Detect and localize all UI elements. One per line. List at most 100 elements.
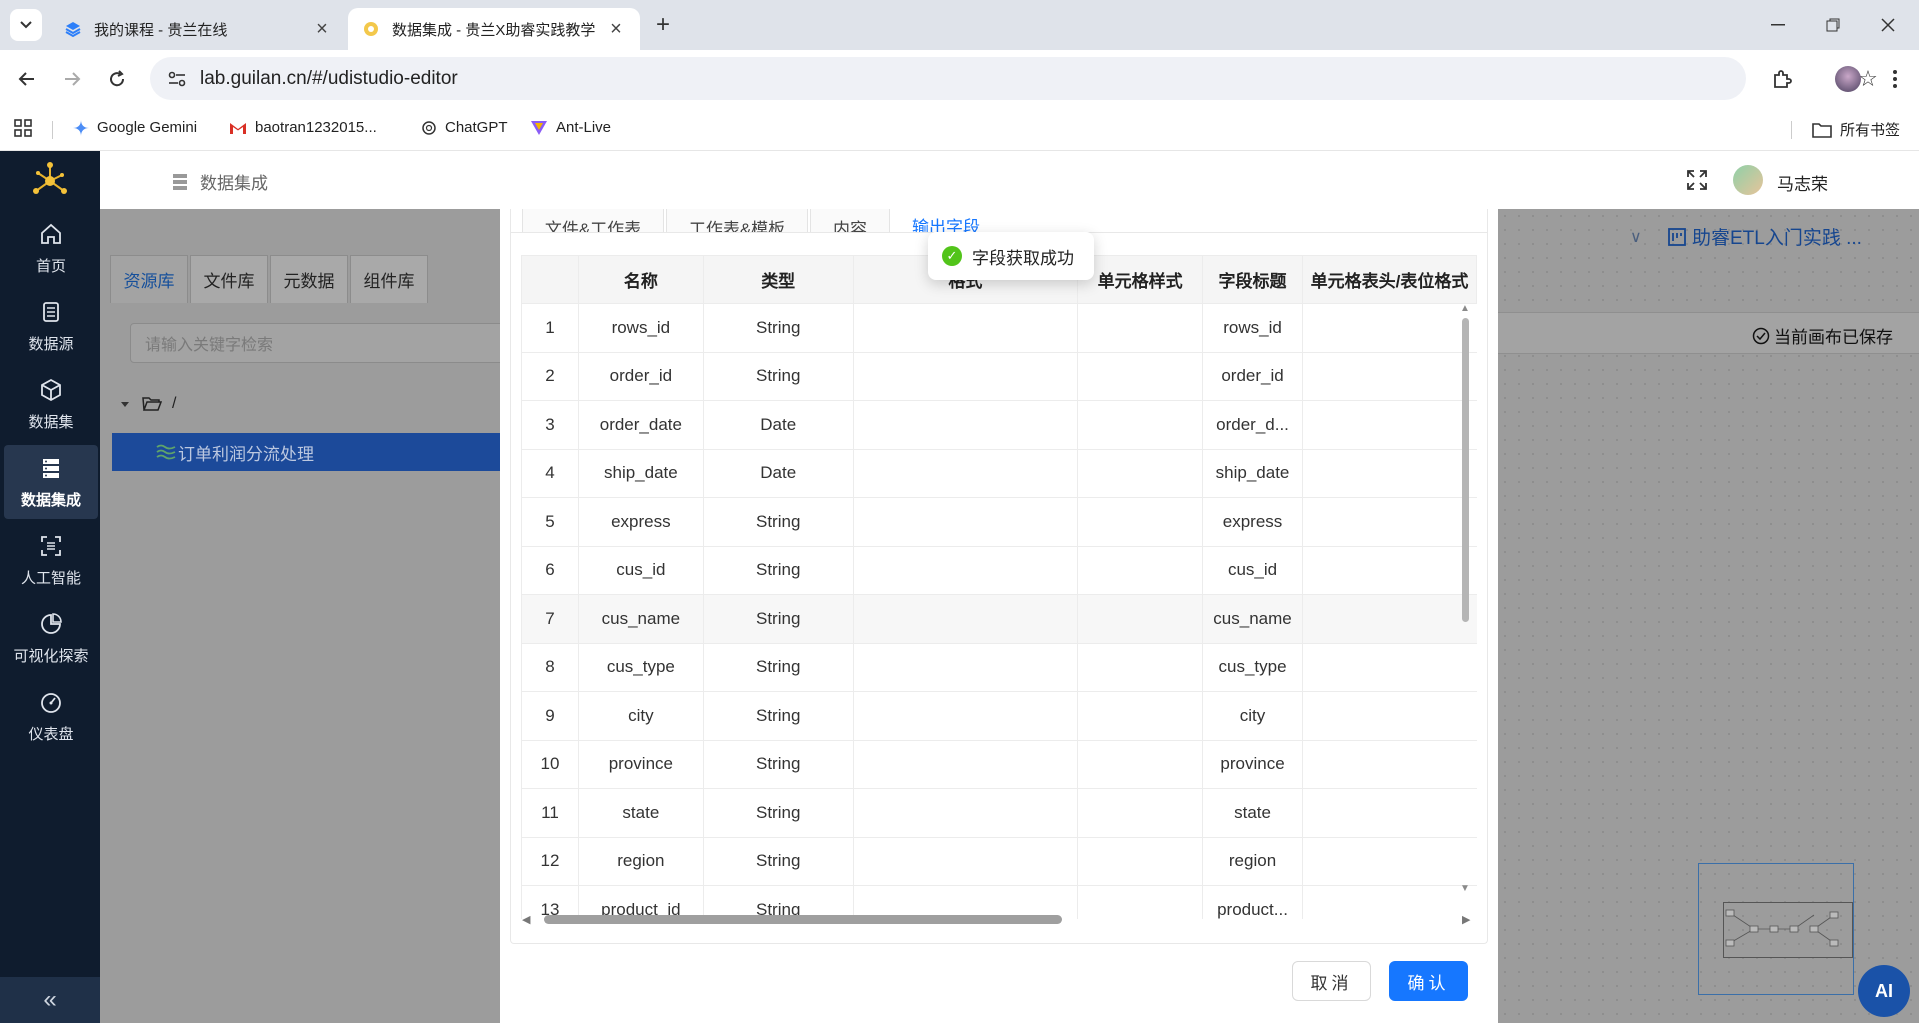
table-row[interactable]: 6 cus_id String cus_id [521,546,1477,595]
cell-header-format[interactable] [1302,546,1477,595]
sidebar-item-ai[interactable]: 人工智能 [4,523,98,597]
tree-root[interactable]: / [120,395,176,413]
cell-header-format[interactable] [1302,497,1477,547]
vertical-scroll-thumb[interactable] [1462,318,1469,622]
table-row[interactable]: 9 city String city [521,691,1477,741]
sidebar-collapse-button[interactable]: « [0,977,100,1023]
scroll-left-arrow-icon[interactable]: ◀ [522,913,530,926]
scroll-right-arrow-icon[interactable]: ▶ [1462,913,1470,926]
close-tab-icon[interactable]: × [606,18,626,40]
cell-style[interactable] [1077,449,1203,498]
sidebar-item-dataset[interactable]: 数据集 [4,367,98,441]
user-avatar[interactable] [1733,165,1763,195]
field-title[interactable]: cus_id [1202,546,1303,595]
chevron-down-icon[interactable]: ∨ [1630,227,1642,247]
browser-menu-icon[interactable] [1879,63,1911,95]
all-bookmarks-button[interactable]: 所有书签 [1812,119,1900,140]
cell-style[interactable] [1077,691,1203,741]
field-type[interactable]: String [702,497,854,547]
forward-button[interactable] [56,63,88,95]
bookmark-chatgpt[interactable]: ChatGPT [421,119,508,136]
cell-style[interactable] [1077,400,1203,450]
field-title[interactable]: city [1202,691,1303,741]
field-name[interactable]: state [577,788,704,838]
cell-style[interactable] [1077,643,1203,692]
field-name[interactable]: cus_id [577,546,704,595]
field-type[interactable]: String [702,788,854,838]
table-row[interactable]: 7 cus_name String cus_name [521,594,1477,644]
bookmark-gmail[interactable]: baotran1232015... [229,119,377,136]
tab-worksheet-template[interactable]: 工作表&模板 [666,209,808,233]
field-type[interactable]: Date [702,400,854,450]
field-title[interactable]: state [1202,788,1303,838]
table-row[interactable]: 8 cus_type String cus_type [521,643,1477,692]
tab-resource-library[interactable]: 资源库 [110,255,188,303]
field-name[interactable]: ship_date [577,449,704,498]
field-name[interactable]: region [577,837,704,886]
sidebar-item-home[interactable]: 首页 [4,211,98,285]
tab-component-library[interactable]: 组件库 [350,255,428,303]
cell-style[interactable] [1077,837,1203,886]
new-tab-button[interactable]: + [648,10,678,40]
field-type[interactable]: Date [702,449,854,498]
field-type[interactable]: String [702,546,854,595]
cell-header-format[interactable] [1302,691,1477,741]
field-name[interactable]: order_id [577,352,704,401]
field-title[interactable]: express [1202,497,1303,547]
field-type[interactable]: String [702,352,854,401]
field-title[interactable]: order_id [1202,352,1303,401]
field-title[interactable]: rows_id [1202,303,1303,353]
project-title[interactable]: ∨ 助睿ETL入门实践 ... [1630,223,1862,250]
field-name[interactable]: cus_name [577,594,704,644]
cell-header-format[interactable] [1302,643,1477,692]
field-title[interactable]: region [1202,837,1303,886]
close-tab-icon[interactable]: × [312,18,332,40]
sidebar-item-visual-explore[interactable]: 可视化探索 [4,601,98,675]
confirm-button[interactable]: 确认 [1389,961,1468,1001]
field-format[interactable] [852,400,1078,450]
field-format[interactable] [852,303,1078,353]
field-title[interactable]: cus_type [1202,643,1303,692]
cell-header-format[interactable] [1302,788,1477,838]
address-bar[interactable]: lab.guilan.cn/#/udistudio-editor ☆ [150,57,1878,100]
cell-style[interactable] [1077,303,1203,353]
horizontal-scroll-thumb[interactable] [544,915,1062,924]
field-type[interactable]: String [702,643,854,692]
field-type[interactable]: String [702,303,854,353]
tree-node-selected[interactable]: 订单利润分流处理 [112,433,500,471]
field-format[interactable] [852,691,1078,741]
minimize-window-button[interactable] [1753,10,1803,40]
table-row[interactable]: 2 order_id String order_id [521,352,1477,401]
bookmark-ant-live[interactable]: Ant-Live [530,119,611,136]
sidebar-item-dashboard[interactable]: 仪表盘 [4,679,98,753]
cell-header-format[interactable] [1302,303,1477,353]
sidebar-item-data-integration[interactable]: 数据集成 [4,445,98,519]
bookmark-gemini[interactable]: Google Gemini [73,119,197,136]
site-info-icon[interactable] [164,66,190,92]
field-format[interactable] [852,594,1078,644]
restore-window-button[interactable] [1808,10,1858,40]
cell-style[interactable] [1077,352,1203,401]
table-row[interactable]: 11 state String state [521,788,1477,838]
cell-style[interactable] [1077,546,1203,595]
canvas-minimap[interactable] [1698,863,1854,995]
field-format[interactable] [852,788,1078,838]
field-format[interactable] [852,643,1078,692]
sidebar-item-datasource[interactable]: 数据源 [4,289,98,363]
field-format[interactable] [852,449,1078,498]
field-format[interactable] [852,740,1078,789]
scroll-up-arrow-icon[interactable]: ▲ [1460,304,1470,314]
tab-file-library[interactable]: 文件库 [190,255,268,303]
field-name[interactable]: province [577,740,704,789]
back-button[interactable] [11,63,43,95]
field-title[interactable]: order_d... [1202,400,1303,450]
browser-tab-data-integration[interactable]: 数据集成 - 贵兰X助睿实践教学 × [348,8,640,50]
field-format[interactable] [852,546,1078,595]
cell-header-format[interactable] [1302,837,1477,886]
resource-search-input[interactable]: 请输入关键字检索 [130,323,510,363]
cell-style[interactable] [1077,594,1203,644]
table-row[interactable]: 4 ship_date Date ship_date [521,449,1477,498]
ai-assistant-button[interactable]: AI [1858,965,1910,1017]
field-format[interactable] [852,497,1078,547]
field-format[interactable] [852,837,1078,886]
